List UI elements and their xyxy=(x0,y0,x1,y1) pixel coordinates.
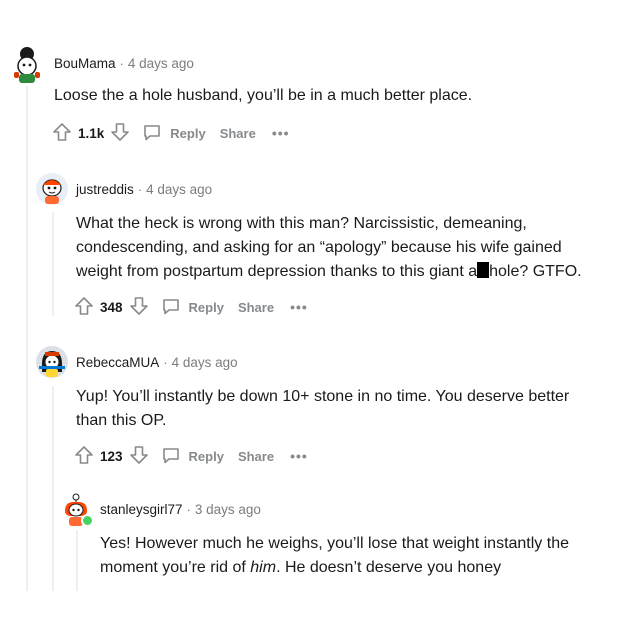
comment-timestamp[interactable]: 3 days ago xyxy=(195,502,261,517)
upvote-icon[interactable] xyxy=(52,122,72,145)
share-button[interactable]: Share xyxy=(238,300,274,315)
separator-dot: · xyxy=(119,55,124,71)
comment-text-fragment: moment you’re rid of xyxy=(100,559,251,576)
separator-dot: · xyxy=(137,181,143,197)
comment-header: BouMama · 4 days ago xyxy=(10,44,610,83)
comment-timestamp[interactable]: 4 days ago xyxy=(146,182,212,197)
share-button[interactable]: Share xyxy=(238,449,274,464)
more-options-button[interactable]: ••• xyxy=(290,299,308,315)
comment-text-fragment: . He doesn’t deserve you honey xyxy=(276,559,502,576)
comment-header: RebeccaMUA · 4 days ago xyxy=(36,345,616,379)
reply-button[interactable]: Reply xyxy=(170,126,205,141)
reply-button[interactable]: Reply xyxy=(189,300,224,315)
upvote-icon[interactable] xyxy=(74,445,94,468)
more-options-button[interactable]: ••• xyxy=(272,125,290,141)
comment-text-line: weight from postpartum depression thanks… xyxy=(76,260,616,284)
comment-author[interactable]: justreddis xyxy=(76,182,134,197)
vote-score: 1.1k xyxy=(78,125,105,141)
comment-body: Loose the a hole husband, you’ll be in a… xyxy=(54,84,610,108)
downvote-icon[interactable] xyxy=(129,296,149,319)
comment-body: Yes! However much he weighs, you’ll lose… xyxy=(100,532,616,580)
comment-justreddis: justreddis · 4 days ago What the heck is… xyxy=(36,172,616,320)
downvote-icon[interactable] xyxy=(129,445,149,468)
comment-bubble-icon[interactable] xyxy=(142,122,162,145)
comment-text-line: What the heck is wrong with this man? Na… xyxy=(76,215,527,232)
comment-actions: 1.1k Reply Share ••• xyxy=(52,120,610,146)
comment-header: justreddis · 4 days ago xyxy=(36,172,616,206)
vote-score: 123 xyxy=(100,448,123,464)
downvote-icon[interactable] xyxy=(110,122,130,145)
comment-text-line: Yes! However much he weighs, you’ll lose… xyxy=(100,535,569,552)
upvote-icon[interactable] xyxy=(74,296,94,319)
comment-author[interactable]: stanleysgirl77 xyxy=(100,502,183,517)
comment-text-fragment: hole? GTFO. xyxy=(489,263,582,280)
comment-author[interactable]: BouMama xyxy=(54,56,116,71)
comment-boumama: BouMama · 4 days ago Loose the a hole hu… xyxy=(10,44,610,146)
censor-block xyxy=(477,262,490,278)
separator-dot: · xyxy=(186,501,191,517)
thread-line-root[interactable] xyxy=(26,86,28,591)
comment-body: Yup! You’ll instantly be down 10+ stone … xyxy=(76,385,616,433)
vote-score: 348 xyxy=(100,299,123,315)
comment-text-line: Yup! You’ll instantly be down 10+ stone … xyxy=(76,388,570,405)
separator-dot: · xyxy=(163,354,168,370)
comment-stanleysgirl77: stanleysgirl77 · 3 days ago Yes! However… xyxy=(60,490,616,580)
comment-body: What the heck is wrong with this man? Na… xyxy=(76,212,616,284)
reply-button[interactable]: Reply xyxy=(189,449,224,464)
share-button[interactable]: Share xyxy=(220,126,256,141)
online-status-indicator xyxy=(81,514,94,527)
comment-text: Loose the a hole husband, you’ll be in a… xyxy=(54,87,473,104)
comment-rebeccamua: RebeccaMUA · 4 days ago Yup! You’ll inst… xyxy=(36,345,616,469)
comment-actions: 348 Reply Share ••• xyxy=(74,294,616,320)
comment-timestamp[interactable]: 4 days ago xyxy=(128,56,194,71)
comment-actions: 123 Reply Share ••• xyxy=(74,443,616,469)
avatar[interactable] xyxy=(36,173,68,205)
avatar[interactable] xyxy=(10,46,44,83)
avatar[interactable] xyxy=(36,346,68,378)
more-options-button[interactable]: ••• xyxy=(290,448,308,464)
comment-author[interactable]: RebeccaMUA xyxy=(76,355,159,370)
comment-text-line: condescending, and asking for an “apolog… xyxy=(76,239,562,256)
comment-text-emphasis: him xyxy=(250,559,277,576)
comment-bubble-icon[interactable] xyxy=(161,445,181,468)
comment-text-fragment: weight from postpartum depression thanks… xyxy=(76,263,478,280)
comment-header: stanleysgirl77 · 3 days ago xyxy=(60,490,616,528)
comment-text-line: than this OP. xyxy=(76,412,167,429)
comment-bubble-icon[interactable] xyxy=(161,296,181,319)
comment-timestamp[interactable]: 4 days ago xyxy=(172,355,238,370)
avatar[interactable] xyxy=(60,493,94,527)
comment-text-line: moment you’re rid of him. He doesn’t des… xyxy=(100,556,616,580)
